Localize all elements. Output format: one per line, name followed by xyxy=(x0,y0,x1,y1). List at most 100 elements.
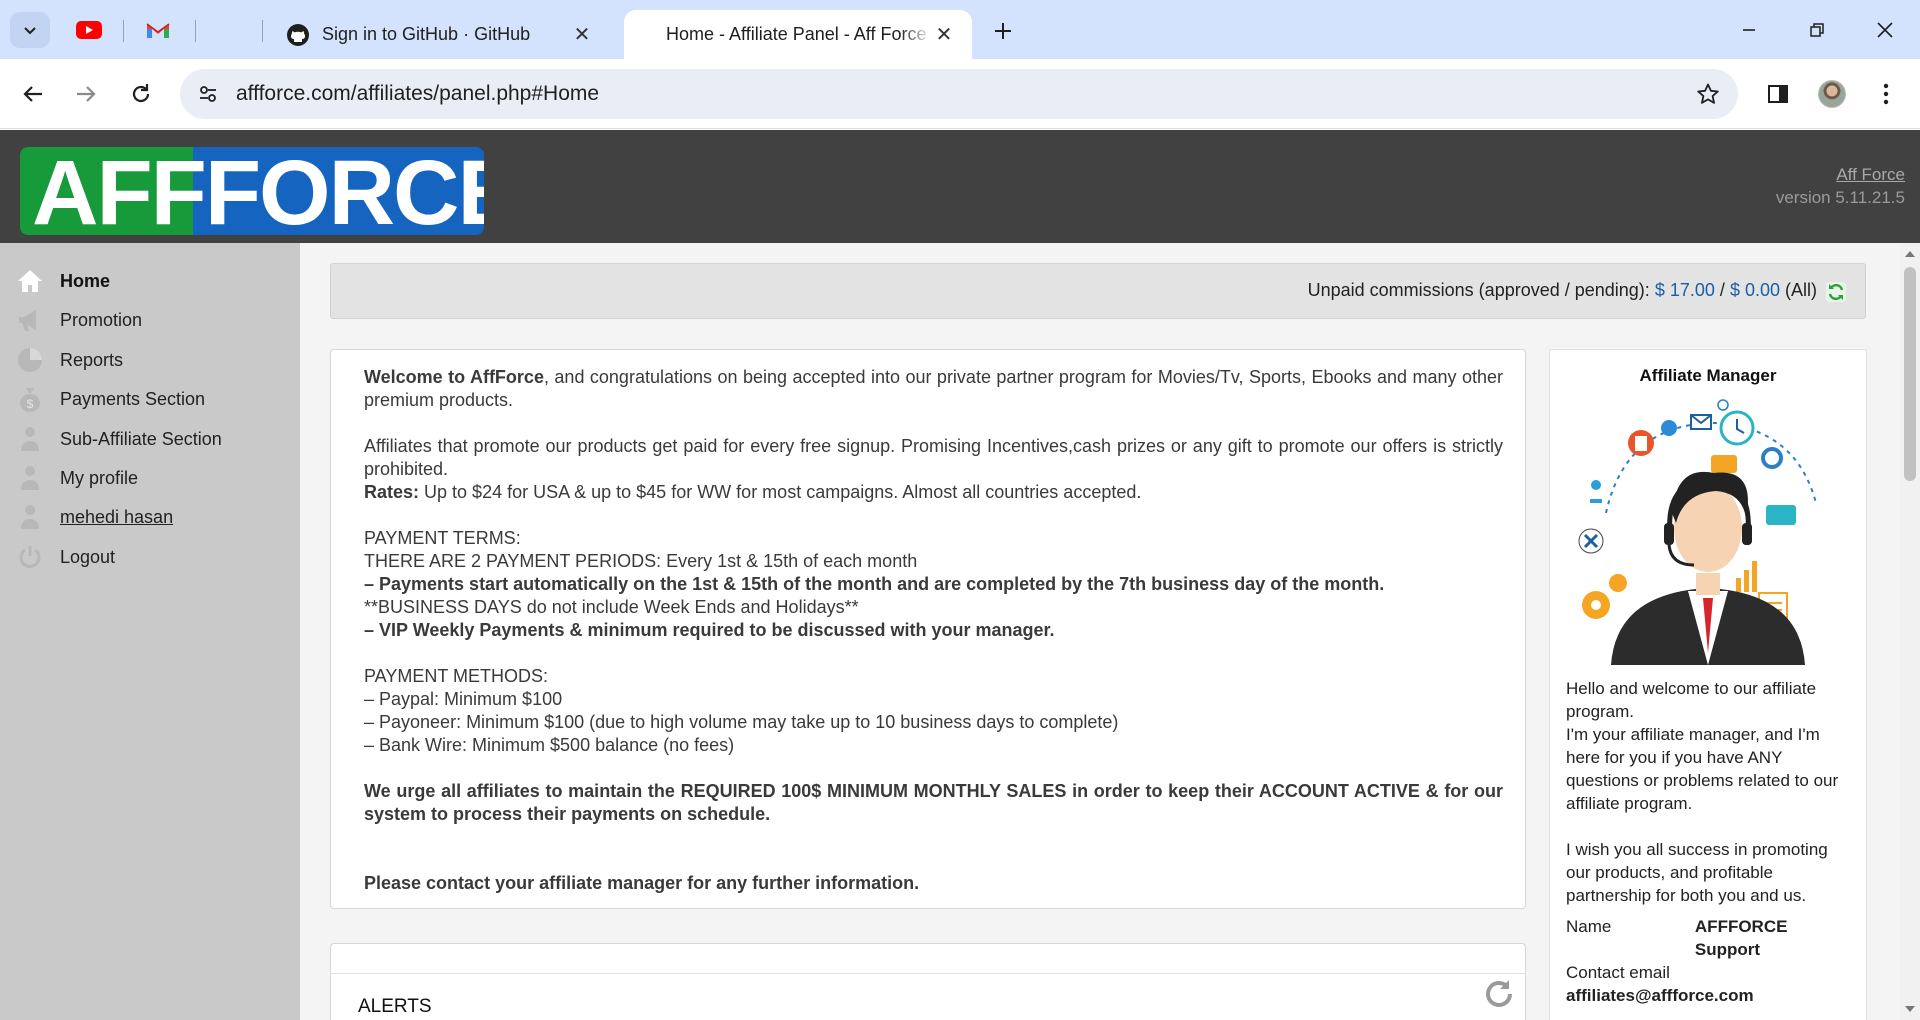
commission-label: Unpaid commissions (approved / pending): xyxy=(1307,280,1650,300)
forward-button[interactable] xyxy=(66,74,106,114)
business-days-note: **BUSINESS DAYS do not include Week Ends… xyxy=(364,597,859,617)
browser-tabstrip: Sign in to GitHub · GitHub ✕ Home - Affi… xyxy=(0,0,1920,59)
chat-icon xyxy=(1711,455,1737,473)
plus-icon xyxy=(995,23,1011,39)
gmail-icon xyxy=(146,23,170,38)
rates-label: Rates: xyxy=(364,482,420,502)
scroll-thumb[interactable] xyxy=(1904,267,1916,481)
site-header: AFFFORCE Aff Force version 5.11.21.5 xyxy=(0,130,1920,243)
arrow-right-icon xyxy=(77,86,96,102)
minimum-sales-notice: We urge all affiliates to maintain the R… xyxy=(364,781,1503,824)
restore-icon xyxy=(1810,23,1824,37)
manager-greeting: Hello and welcome to our affiliate progr… xyxy=(1566,679,1817,721)
sidebar-item-payments[interactable]: $ Payments Section xyxy=(14,382,205,416)
alerts-panel: ALERTS xyxy=(330,943,1526,1020)
sidebar-item-label: Payments Section xyxy=(60,388,206,409)
power-icon xyxy=(14,542,46,572)
refresh-icon[interactable] xyxy=(1825,281,1847,303)
sidebar-item-my-profile[interactable]: My profile xyxy=(14,461,138,495)
more-vertical-icon xyxy=(1883,83,1889,105)
manager-name-label: Name xyxy=(1566,917,1612,936)
minimize-button[interactable] xyxy=(1724,10,1774,50)
version-label: version 5.11.21.5 xyxy=(1775,188,1905,207)
tab-search-button[interactable] xyxy=(10,12,50,48)
sidebar-item-reports[interactable]: Reports xyxy=(14,343,123,377)
sidebar-item-label: Home xyxy=(60,270,111,291)
commission-summary: Unpaid commissions (approved / pending):… xyxy=(330,263,1866,319)
approved-amount: $ 17.00 xyxy=(1654,280,1715,300)
welcome-panel: Welcome to AffForce, and congratulations… xyxy=(330,349,1526,909)
side-panel-icon xyxy=(1768,85,1788,103)
sidebar-item-label: Logout xyxy=(60,546,116,567)
reload-icon xyxy=(132,84,150,103)
method-paypal: – Paypal: Minimum $100 xyxy=(364,689,563,709)
manager-name-value: AFFFORCE Support xyxy=(1694,917,1788,959)
payment-terms-heading: PAYMENT TERMS: xyxy=(364,528,521,548)
star-icon xyxy=(1697,83,1719,104)
sidebar-item-promotion[interactable]: Promotion xyxy=(14,303,142,337)
sidebar: Home Promotion Reports $ Payments Sectio… xyxy=(0,243,300,1020)
sidebar-item-username[interactable]: mehedi hasan xyxy=(14,500,173,534)
manager-email-value[interactable]: affiliates@affforce.com xyxy=(1566,984,1850,1007)
contact-notice: Please contact your affiliate manager fo… xyxy=(364,873,920,893)
sidebar-item-label: Sub-Affiliate Section xyxy=(60,428,222,449)
sidebar-item-label: Reports xyxy=(60,349,124,370)
tab-divider xyxy=(195,20,196,42)
svg-text:$: $ xyxy=(27,397,34,411)
tab-github[interactable]: Sign in to GitHub · GitHub ✕ xyxy=(270,10,610,59)
scroll-down-arrow[interactable] xyxy=(1905,1006,1915,1012)
github-icon xyxy=(287,23,309,46)
refresh-icon[interactable] xyxy=(1483,978,1515,1010)
payment-start: – Payments start automatically on the 1s… xyxy=(364,574,1385,594)
tab-affiliate-panel[interactable]: Home - Affiliate Panel - Aff Force ✕ xyxy=(624,10,972,59)
speech-icon xyxy=(1766,505,1796,525)
method-bank-wire: – Bank Wire: Minimum $500 balance (no fe… xyxy=(364,735,735,755)
reload-button[interactable] xyxy=(121,74,161,114)
logo-text: AFFFORCE xyxy=(32,147,484,235)
pending-amount: $ 0.00 xyxy=(1729,280,1780,300)
commission-text: Unpaid commissions (approved / pending):… xyxy=(1308,280,1817,301)
payment-methods-heading: PAYMENT METHODS: xyxy=(364,666,549,686)
rates-text: Up to $24 for USA & up to $45 for WW for… xyxy=(419,482,1142,502)
browser-menu-button[interactable] xyxy=(1866,74,1906,114)
sidebar-item-label: mehedi hasan xyxy=(60,506,174,527)
users-icon xyxy=(14,424,46,454)
back-button[interactable] xyxy=(13,74,53,114)
browser-toolbar: affforce.com/affiliates/panel.php#Home xyxy=(0,59,1920,129)
restore-button[interactable] xyxy=(1792,10,1842,50)
tab-divider xyxy=(262,20,263,42)
minimize-icon xyxy=(1743,29,1755,31)
scroll-up-arrow[interactable] xyxy=(1905,251,1915,257)
user-icon xyxy=(14,502,46,532)
affforce-logo[interactable]: AFFFORCE xyxy=(20,147,484,235)
sidebar-item-home[interactable]: Home xyxy=(14,264,110,298)
manager-intro: I'm your affiliate manager, and I'm here… xyxy=(1566,725,1839,813)
pinned-tab-gmail[interactable] xyxy=(144,16,172,44)
page-scrollbar[interactable] xyxy=(1900,243,1920,1020)
bookmark-button[interactable] xyxy=(1694,80,1722,108)
close-window-button[interactable] xyxy=(1860,10,1910,50)
manager-name-row: Name AFFFORCE Support xyxy=(1566,915,1850,961)
pinned-tab-youtube[interactable] xyxy=(75,16,103,44)
brand-link[interactable]: Aff Force xyxy=(1836,165,1905,184)
tab-title: Sign in to GitHub · GitHub xyxy=(322,24,531,44)
manager-wish: I wish you all success in promoting our … xyxy=(1566,840,1828,905)
address-bar[interactable]: affforce.com/affiliates/panel.php#Home xyxy=(180,69,1738,119)
megaphone-icon xyxy=(14,305,46,335)
tab-close-icon[interactable]: ✕ xyxy=(570,23,594,47)
sidebar-item-logout[interactable]: Logout xyxy=(14,540,115,574)
home-icon xyxy=(14,266,46,296)
payment-periods: THERE ARE 2 PAYMENT PERIODS: Every 1st &… xyxy=(364,551,918,571)
side-panel-button[interactable] xyxy=(1758,74,1798,114)
chevron-down-icon xyxy=(24,27,36,35)
new-tab-button[interactable] xyxy=(986,14,1020,48)
address-url[interactable]: affforce.com/affiliates/panel.php#Home xyxy=(236,82,599,106)
tune-icon xyxy=(200,86,216,102)
tab-close-icon[interactable]: ✕ xyxy=(932,23,956,47)
sidebar-item-sub-affiliate[interactable]: Sub-Affiliate Section xyxy=(14,422,222,456)
sidebar-item-label: My profile xyxy=(60,467,139,488)
profile-button[interactable] xyxy=(1812,74,1852,114)
site-info-icon[interactable] xyxy=(194,80,222,108)
manager-illustration xyxy=(1578,399,1817,665)
money-bag-icon: $ xyxy=(14,384,46,414)
